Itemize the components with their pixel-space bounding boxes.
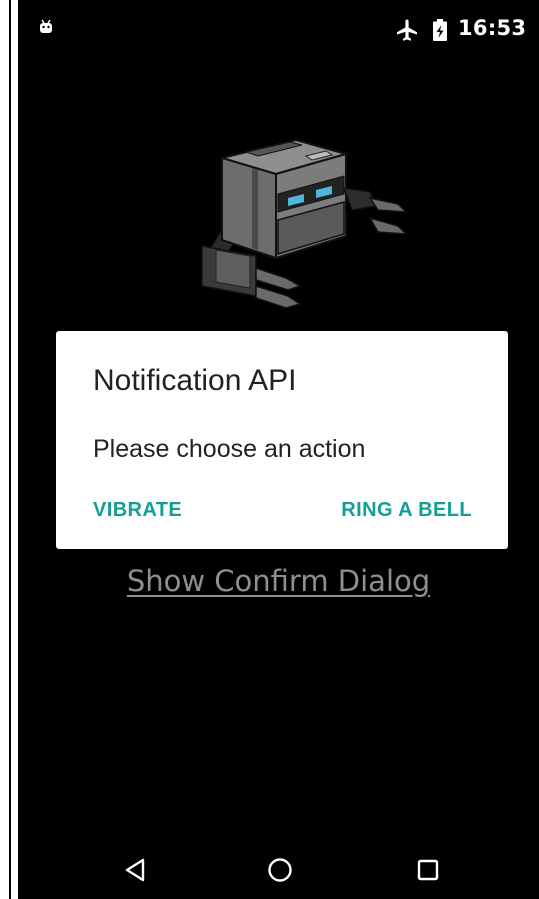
- navigation-bar: [18, 838, 539, 899]
- battery-charging-icon: [433, 19, 447, 41]
- notification-dialog: Notification API Please choose an action…: [56, 331, 508, 549]
- back-icon[interactable]: [123, 858, 147, 882]
- airplane-mode-icon: [397, 19, 417, 41]
- status-bar: 16:53: [18, 0, 539, 56]
- home-icon[interactable]: [267, 857, 293, 883]
- dialog-title: Notification API: [93, 364, 297, 397]
- dialog-message: Please choose an action: [93, 435, 366, 463]
- status-clock: 16:53: [458, 16, 527, 40]
- ring-a-bell-button[interactable]: RING A BELL: [341, 499, 472, 522]
- robot-icon: [201, 138, 406, 309]
- device-frame: 16:53 Show Confirm Dialog Notification A…: [0, 0, 539, 899]
- show-confirm-dialog-link[interactable]: Show Confirm Dialog: [18, 560, 539, 602]
- vibrate-button[interactable]: VIBRATE: [93, 499, 182, 522]
- android-debug-icon: [40, 19, 52, 33]
- recents-icon[interactable]: [417, 859, 439, 881]
- frame-border: [9, 0, 11, 899]
- phone-screen: 16:53 Show Confirm Dialog Notification A…: [18, 0, 539, 899]
